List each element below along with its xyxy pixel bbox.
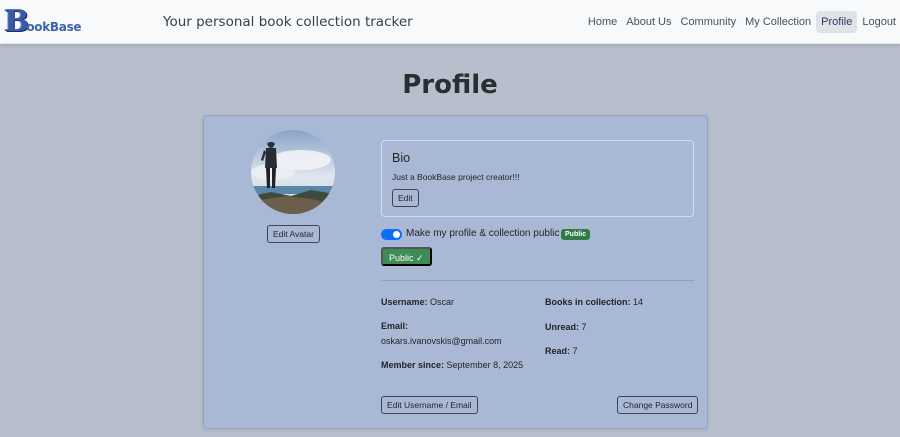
bio-title: Bio [392, 151, 411, 165]
bio-text: Just a BookBase project creator!!! [392, 172, 520, 182]
member-since-label: Member since: [381, 360, 445, 370]
unread-label: Unread: [545, 322, 580, 332]
username-label: Username: [381, 297, 428, 307]
change-password-button[interactable]: Change Password [617, 396, 699, 414]
nav-link-community[interactable]: Community [677, 11, 741, 33]
edit-avatar-button[interactable]: Edit Avatar [267, 225, 320, 243]
navbar: B ookBase Your personal book collection … [0, 0, 900, 44]
books-label: Books in collection: [545, 297, 631, 307]
edit-bio-button[interactable]: Edit [392, 189, 419, 207]
public-button[interactable]: Public ✓ [381, 247, 432, 266]
avatar [251, 130, 335, 214]
nav-link-logout[interactable]: Logout [858, 11, 900, 33]
tagline: Your personal book collection tracker [163, 14, 413, 30]
username-row: Username: Oscar [381, 297, 454, 307]
books-value: 14 [633, 297, 644, 307]
edit-username-email-button[interactable]: Edit Username / Email [381, 396, 478, 414]
read-label: Read: [545, 346, 571, 356]
unread-value: 7 [581, 322, 587, 332]
bio-box: Bio Just a BookBase project creator!!! E… [381, 140, 694, 217]
public-status-badge: Public [561, 229, 591, 240]
page-title: Profile [402, 70, 498, 100]
read-row: Read: 7 [545, 346, 578, 356]
books-row: Books in collection: 14 [545, 297, 643, 307]
avatar-photo [251, 130, 335, 214]
member-since-row: Member since: September 8, 2025 [381, 360, 523, 370]
public-toggle-label: Make my profile & collection public [406, 228, 560, 239]
nav-link-home[interactable]: Home [584, 11, 621, 33]
public-toggle[interactable] [381, 229, 402, 240]
nav-link-my-collection[interactable]: My Collection [741, 11, 815, 33]
email-row: Email: [381, 321, 408, 331]
member-since-value: September 8, 2025 [446, 360, 524, 370]
logo-text: ookBase [26, 20, 82, 34]
bookbase-logo[interactable]: B ookBase [4, 6, 82, 38]
email-label: Email: [381, 321, 409, 331]
nav-links: Home About Us Community My Collection Pr… [583, 10, 900, 34]
read-value: 7 [572, 346, 578, 356]
nav-link-profile[interactable]: Profile [816, 11, 858, 33]
divider [381, 280, 694, 281]
unread-row: Unread: 7 [545, 322, 587, 332]
email-value: oskars.ivanovskis@gmail.com [381, 336, 502, 346]
username-value: Oscar [430, 297, 455, 307]
profile-card: Edit Avatar Bio Just a BookBase project … [203, 115, 708, 429]
toggle-knob [393, 231, 400, 238]
nav-link-about-us[interactable]: About Us [622, 11, 675, 33]
